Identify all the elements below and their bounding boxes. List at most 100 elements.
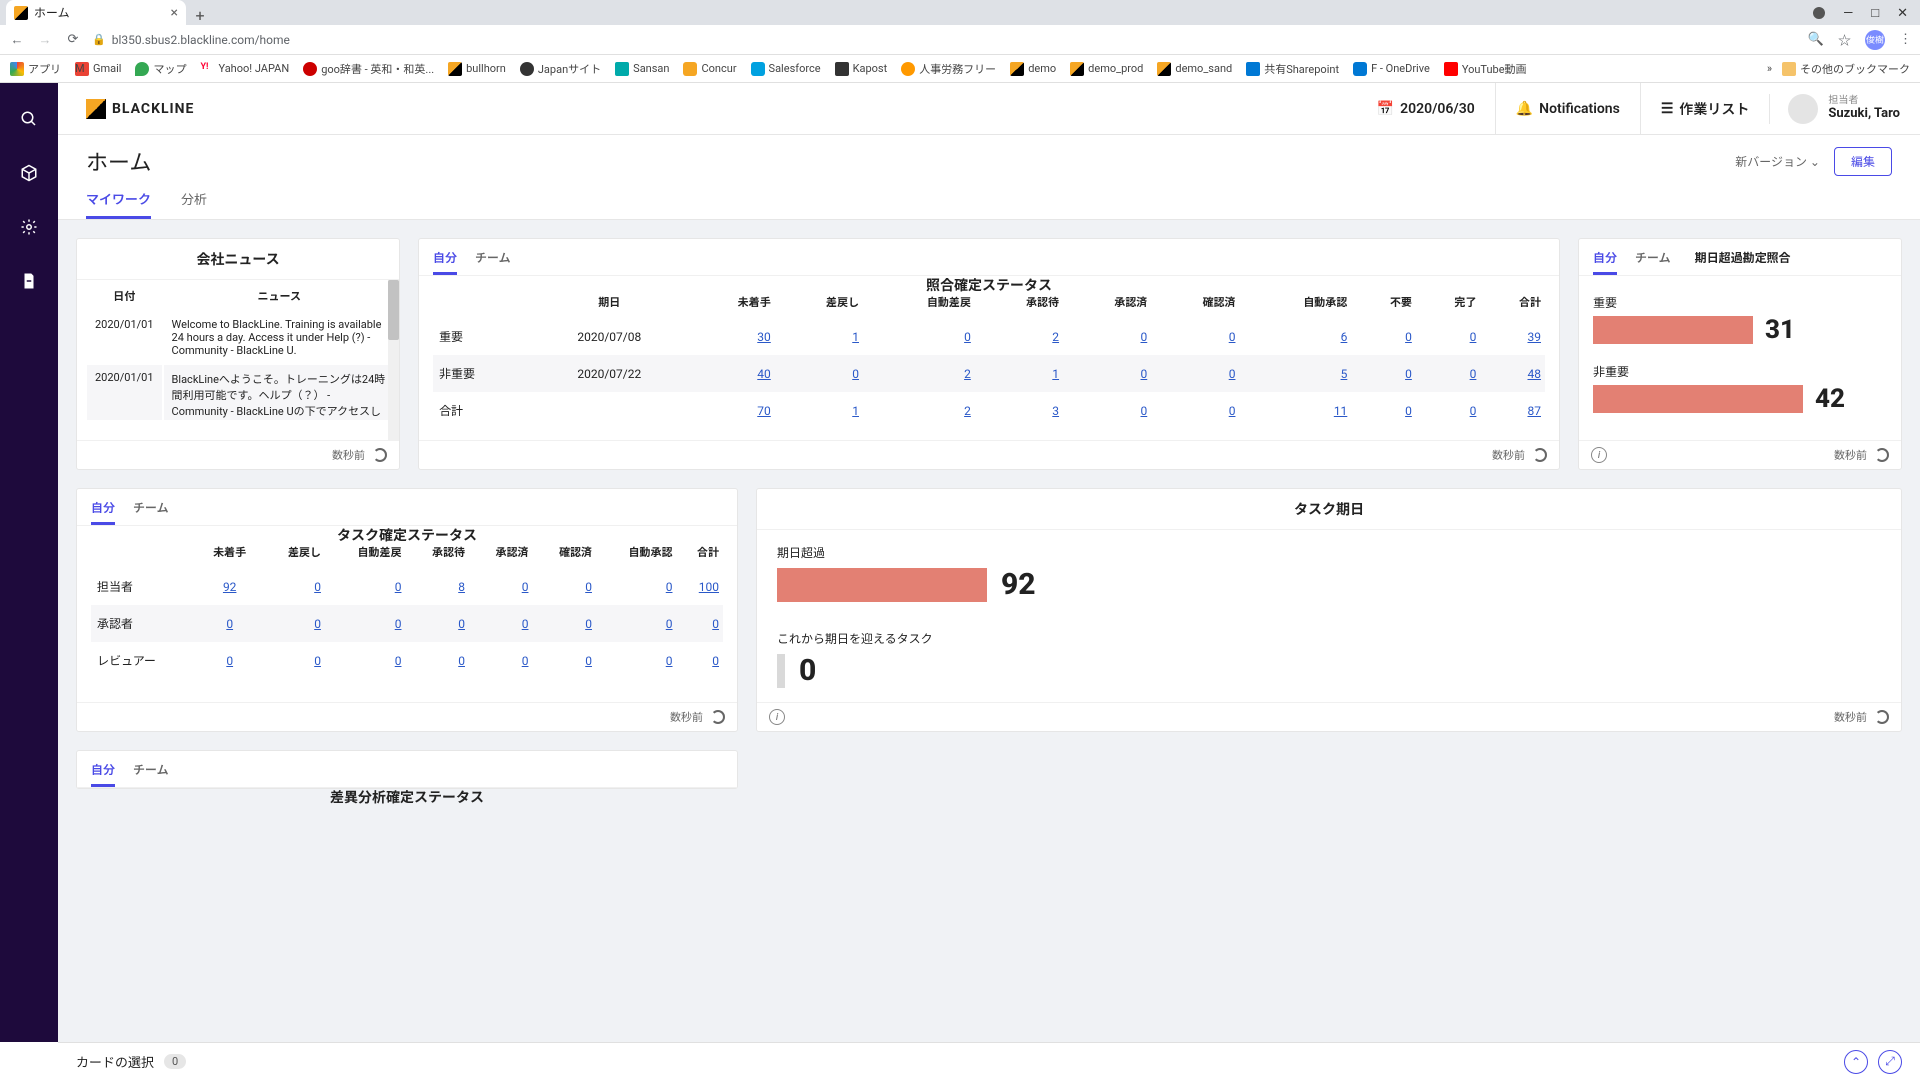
app-sidebar	[0, 83, 58, 1042]
card-tab-self[interactable]: 自分	[1593, 249, 1617, 275]
notifications-button[interactable]: 🔔 Notifications	[1495, 83, 1640, 135]
bar-important[interactable]	[1593, 316, 1753, 344]
card-tab-team[interactable]: チーム	[133, 499, 169, 525]
card-title: 期日超過勘定照合	[1695, 249, 1791, 275]
kebab-menu-icon[interactable]: ⋮	[1899, 32, 1912, 47]
recon-status-table: 期日未着手差戻し自動差戻承認待承認済確認済自動承認不要完了合計 重要2020/0…	[433, 286, 1545, 429]
due-bar-upcoming[interactable]	[777, 654, 785, 688]
worklist-button[interactable]: ☰ 作業リスト	[1640, 83, 1770, 135]
maximize-icon[interactable]: □	[1871, 5, 1879, 21]
minimize-icon[interactable]: —	[1843, 6, 1853, 21]
tab-close-icon[interactable]: ×	[171, 5, 178, 21]
bookmark-item[interactable]: Salesforce	[751, 62, 821, 76]
tab-mywork[interactable]: マイワーク	[86, 189, 151, 219]
version-select[interactable]: 新バージョン ⌄	[1735, 153, 1820, 170]
profile-avatar-icon[interactable]: 俊樹	[1865, 30, 1885, 50]
edit-button[interactable]: 編集	[1834, 147, 1892, 176]
bookmark-item[interactable]: F - OneDrive	[1353, 62, 1430, 76]
info-icon[interactable]: i	[769, 709, 785, 725]
card-company-news: 会社ニュース 日付ニュース 2020/01/01Welcome to Black…	[76, 238, 400, 470]
address-bar[interactable]: 🔒 bl350.sbus2.blackline.com/home	[92, 33, 1798, 47]
card-tab-team[interactable]: チーム	[133, 761, 169, 787]
reload-icon[interactable]: ⟳	[64, 32, 82, 47]
bookmark-item[interactable]: Japanサイト	[520, 61, 601, 77]
table-row: 非重要2020/07/22 400210050048	[433, 355, 1545, 392]
calendar-icon: 📅	[1377, 101, 1394, 117]
cube-icon[interactable]	[19, 163, 39, 183]
star-icon[interactable]: ☆	[1838, 30, 1851, 49]
list-icon: ☰	[1661, 101, 1674, 117]
bookmark-item[interactable]: YouTube動画	[1444, 61, 1527, 77]
card-recon-status: 自分 チーム 照合確定ステータス 期日未着手差戻し自動差戻承認待承認済確認済自動…	[418, 238, 1560, 470]
expand-icon[interactable]: ⤢	[1878, 1050, 1902, 1074]
other-bookmarks[interactable]: その他のブックマーク	[1782, 61, 1910, 77]
browser-tab[interactable]: ホーム ×	[6, 0, 186, 25]
card-tab-self[interactable]: 自分	[433, 249, 457, 275]
user-menu[interactable]: 担当者 Suzuki, Taro	[1769, 94, 1900, 124]
bookmark-item[interactable]: demo	[1010, 62, 1056, 76]
scrollbar[interactable]	[388, 280, 399, 440]
card-task-status: 自分 チーム タスク確定ステータス 未着手差戻し自動差戻承認待承認済確認済自動承…	[76, 488, 738, 732]
bookmark-item[interactable]: Kapost	[835, 62, 888, 76]
dashboard: 会社ニュース 日付ニュース 2020/01/01Welcome to Black…	[58, 220, 1920, 1042]
period-date[interactable]: 📅 2020/06/30	[1357, 83, 1495, 135]
bookmark-item[interactable]: Sansan	[615, 62, 669, 76]
bookmark-item[interactable]: bullhorn	[448, 62, 506, 76]
card-tab-team[interactable]: チーム	[1635, 249, 1671, 275]
apps-shortcut[interactable]: アプリ	[10, 61, 61, 77]
card-tab-self[interactable]: 自分	[91, 499, 115, 525]
page-titlebar: ホーム 新バージョン ⌄ 編集 マイワーク 分析	[58, 135, 1920, 220]
back-icon[interactable]: ←	[8, 32, 26, 48]
refresh-icon[interactable]	[1875, 710, 1889, 724]
tab-title: ホーム	[34, 4, 70, 21]
due-bar-overdue[interactable]	[777, 568, 987, 602]
bar-nonimportant[interactable]	[1593, 385, 1803, 413]
account-dot-icon[interactable]	[1813, 7, 1825, 19]
refresh-icon[interactable]	[373, 448, 387, 462]
bookmark-item[interactable]: demo_prod	[1070, 62, 1143, 76]
refresh-icon[interactable]	[1875, 448, 1889, 462]
bookmark-item[interactable]: Concur	[683, 62, 736, 76]
avatar	[1788, 94, 1818, 124]
search-icon[interactable]	[19, 109, 39, 129]
card-title: タスク確定ステータス	[337, 525, 477, 545]
favicon-icon	[14, 6, 28, 20]
task-status-table: 未着手差戻し自動差戻承認待承認済確認済自動承認合計 担当者92008000100…	[91, 536, 723, 679]
window-controls: — □ ✕	[1801, 1, 1920, 25]
bookmark-item[interactable]: demo_sand	[1157, 62, 1232, 76]
forward-icon[interactable]: →	[36, 32, 54, 48]
card-tab-team[interactable]: チーム	[475, 249, 511, 275]
bookmarks-bar: アプリ MGmail マップ Y!Yahoo! JAPAN goo辞書 - 英和…	[0, 55, 1920, 83]
selection-count-badge: 0	[164, 1054, 186, 1069]
card-selection-bar[interactable]: カードの選択 0 ⌃ ⤢	[58, 1042, 1920, 1080]
gear-icon[interactable]	[19, 217, 39, 237]
bookmark-item[interactable]: MGmail	[75, 62, 121, 76]
bookmark-item[interactable]: マップ	[135, 61, 186, 77]
document-icon[interactable]	[19, 271, 39, 291]
tab-analysis[interactable]: 分析	[181, 189, 207, 219]
browser-tab-bar: ホーム × + — □ ✕	[0, 0, 1920, 25]
browser-toolbar: ← → ⟳ 🔒 bl350.sbus2.blackline.com/home 🔍…	[0, 25, 1920, 55]
app-logo[interactable]: BLACKLINE	[86, 99, 194, 119]
close-window-icon[interactable]: ✕	[1897, 6, 1908, 21]
news-row: 2020/01/01Welcome to BlackLine. Training…	[87, 312, 395, 363]
user-name: Suzuki, Taro	[1828, 107, 1900, 122]
bookmark-item[interactable]: Y!Yahoo! JAPAN	[200, 62, 289, 76]
table-row: 合計 7012300110087	[433, 392, 1545, 429]
footer-label: カードの選択	[76, 1052, 154, 1071]
card-tab-self[interactable]: 自分	[91, 761, 115, 787]
card-title: 照合確定ステータス	[926, 275, 1052, 295]
bookmark-item[interactable]: 共有Sharepoint	[1246, 61, 1339, 77]
refresh-icon[interactable]	[711, 710, 725, 724]
collapse-icon[interactable]: ⌃	[1844, 1050, 1868, 1074]
zoom-icon[interactable]: 🔍	[1808, 32, 1824, 47]
new-tab-button[interactable]: +	[186, 6, 214, 25]
bookmark-item[interactable]: goo辞書 - 英和・和英...	[303, 61, 434, 77]
table-row: 担当者92008000100	[91, 568, 723, 605]
info-icon[interactable]: i	[1591, 447, 1607, 463]
bookmarks-overflow-icon[interactable]: »	[1767, 62, 1772, 75]
bookmark-item[interactable]: 人事労務フリー	[901, 61, 996, 77]
refresh-icon[interactable]	[1533, 448, 1547, 462]
card-title: 会社ニュース	[196, 249, 279, 269]
table-row: 重要2020/07/08 301020060039	[433, 318, 1545, 355]
